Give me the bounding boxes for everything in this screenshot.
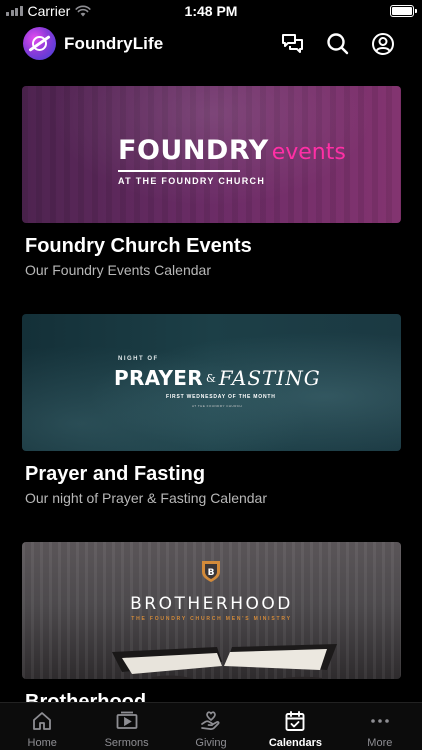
card-title[interactable]: Prayer and Fasting — [25, 463, 401, 486]
tab-more[interactable]: More — [338, 703, 422, 750]
tab-label: Home — [27, 737, 57, 749]
search-icon[interactable] — [325, 31, 351, 57]
app-title: FoundryLife — [64, 34, 164, 53]
open-book-image — [112, 644, 337, 679]
banner-church-text: AT THE FOUNDRY CHURCH — [192, 404, 243, 408]
tab-sermons[interactable]: Sermons — [84, 703, 168, 750]
brotherhood-banner[interactable]: B BROTHERHOOD THE FOUNDRY CHURCH MEN'S M… — [22, 542, 401, 679]
banner-wordmark: FOUNDRY events — [118, 135, 346, 166]
app-logo-icon[interactable] — [23, 27, 56, 60]
banner-events-text: events — [271, 140, 346, 165]
banner-prayer-text: PRAYER — [114, 366, 203, 390]
banner-fasting-text: FASTING — [218, 366, 321, 390]
tab-home[interactable]: Home — [0, 703, 84, 750]
card-title[interactable]: Brotherhood — [25, 691, 401, 702]
tab-calendars[interactable]: Calendars — [253, 703, 337, 750]
profile-icon[interactable] — [370, 31, 396, 57]
home-icon — [33, 712, 52, 730]
tab-label: Sermons — [104, 737, 149, 749]
prayer-fasting-banner[interactable]: NIGHT OF PRAYER & FASTING FIRST WEDNESDA… — [22, 314, 401, 451]
tab-giving[interactable]: Giving — [169, 703, 253, 750]
giving-hand-icon — [201, 711, 220, 730]
card-subtitle: Our night of Prayer & Fasting Calendar — [25, 490, 268, 506]
calendar-icon — [285, 711, 305, 731]
status-time: 1:48 PM — [184, 3, 238, 19]
more-dots-icon — [371, 719, 389, 723]
banner-wordmark: PRAYER & FASTING — [114, 366, 321, 390]
app-header: FoundryLife — [0, 22, 422, 66]
banner-brotherhood-text: BROTHERHOOD — [130, 594, 293, 614]
card-subtitle: Our Foundry Events Calendar — [25, 262, 211, 278]
tab-label: Calendars — [268, 737, 323, 749]
banner-subline: AT THE FOUNDRY CHURCH — [118, 176, 266, 186]
banner-schedule-text: FIRST WEDNESDAY OF THE MONTH — [166, 394, 276, 400]
card-title[interactable]: Foundry Church Events — [25, 235, 401, 258]
tab-label: Giving — [195, 737, 227, 749]
banner-ampersand: & — [205, 371, 216, 385]
svg-text:B: B — [208, 568, 215, 578]
tab-bar: Home Sermons Giving Calendars More — [0, 702, 422, 750]
calendar-card-prayer-fasting[interactable]: NIGHT OF PRAYER & FASTING FIRST WEDNESDA… — [22, 314, 401, 506]
play-icon — [116, 711, 138, 729]
battery-icon — [390, 5, 417, 17]
shield-logo-icon: B — [202, 561, 220, 582]
calendar-card-foundry-events[interactable]: FOUNDRY events AT THE FOUNDRY CHURCH Fou… — [22, 86, 401, 278]
banner-foundry-text: FOUNDRY — [118, 135, 269, 166]
status-bar: Carrier 1:48 PM — [0, 0, 422, 22]
banner-divider — [118, 170, 240, 172]
calendar-feed[interactable]: FOUNDRY events AT THE FOUNDRY CHURCH Fou… — [0, 86, 422, 702]
tab-label: More — [367, 737, 393, 749]
calendar-card-brotherhood[interactable]: B BROTHERHOOD THE FOUNDRY CHURCH MEN'S M… — [22, 542, 401, 702]
banner-night-of: NIGHT OF — [118, 356, 159, 362]
foundry-events-banner[interactable]: FOUNDRY events AT THE FOUNDRY CHURCH — [22, 86, 401, 223]
chat-icon[interactable] — [280, 31, 306, 57]
